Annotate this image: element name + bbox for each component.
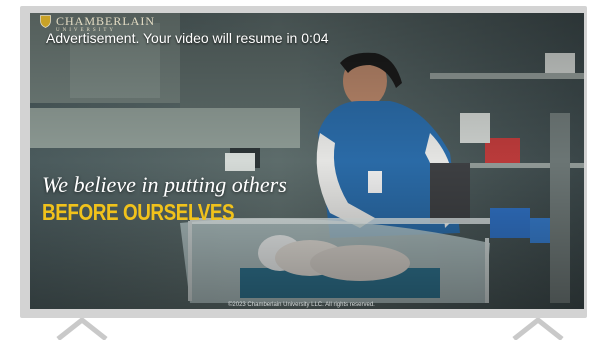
video-player[interactable]: CHAMBERLAIN UNIVERSITY Advertisement. Yo… (30, 13, 584, 309)
tagline-line-1: We believe in putting others (42, 172, 287, 197)
tagline-line-2: BEFORE OURSELVES (42, 199, 235, 225)
brand-name: CHAMBERLAIN (56, 14, 156, 28)
chevron-up-icon[interactable] (512, 318, 564, 340)
ad-countdown-message: Advertisement. Your video will resume in… (46, 30, 329, 46)
video-scene-image (30, 13, 584, 309)
copyright-text: ©2023 Chamberlain University LLC. All ri… (228, 302, 375, 308)
shield-icon (40, 15, 51, 28)
chevron-up-icon[interactable] (56, 318, 108, 340)
